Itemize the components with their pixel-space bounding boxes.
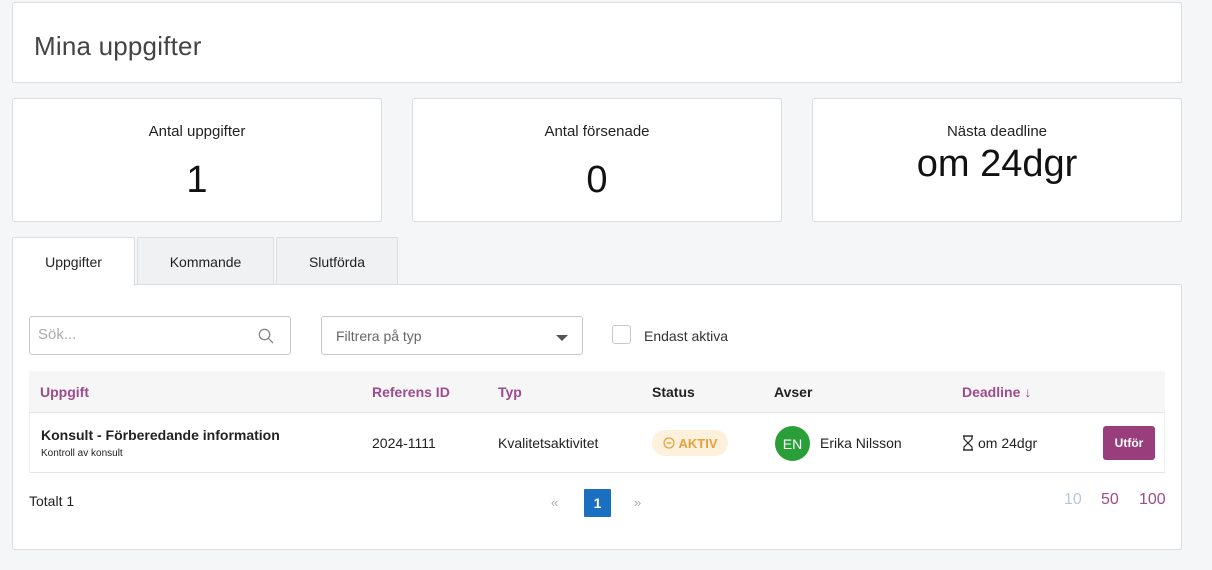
page-size-100[interactable]: 100	[1139, 491, 1166, 509]
person-name: Erika Nilsson	[820, 435, 902, 451]
table-header: Uppgift Referens ID Typ Status Avser Dea…	[29, 371, 1165, 413]
task-panel: Filtrera på typ Endast aktiva Uppgift Re…	[12, 284, 1182, 550]
hourglass-icon	[963, 435, 973, 451]
stat-value: 1	[186, 159, 208, 201]
column-header-typ[interactable]: Typ	[498, 384, 522, 400]
avatar: EN	[775, 426, 810, 461]
deadline-value: om 24dgr	[978, 435, 1038, 451]
task-type: Kvalitetsaktivitet	[498, 435, 599, 451]
page-header: Mina uppgifter	[12, 2, 1182, 83]
stat-label: Nästa deadline	[946, 123, 1048, 140]
only-active-label[interactable]: Endast aktiva	[644, 328, 728, 344]
pagination-next[interactable]: »	[634, 495, 641, 510]
stat-card-next-deadline: Nästa deadline om 24dgr	[812, 98, 1182, 222]
stat-label: Antal uppgifter	[148, 123, 246, 140]
type-filter-select[interactable]: Filtrera på typ	[321, 316, 583, 355]
tab-slutforda[interactable]: Slutförda	[276, 237, 398, 285]
stat-card-task-count: Antal uppgifter 1	[12, 98, 382, 222]
tab-uppgifter[interactable]: Uppgifter	[12, 237, 135, 286]
stat-card-overdue-count: Antal försenade 0	[412, 98, 782, 222]
search-icon[interactable]	[258, 328, 274, 344]
column-header-status: Status	[652, 384, 695, 400]
type-filter-placeholder: Filtrera på typ	[336, 328, 422, 344]
minus-circle-icon	[662, 437, 675, 449]
reference-id: 2024-1111	[372, 435, 436, 451]
task-subtitle: Kontroll av konsult	[41, 448, 123, 459]
search-input[interactable]	[38, 326, 248, 343]
pagination-prev[interactable]: «	[551, 495, 558, 510]
page-title: Mina uppgifter	[34, 31, 202, 61]
pagination-current-page[interactable]: 1	[584, 489, 611, 517]
task-name: Konsult - Förberedande information	[41, 427, 280, 443]
page-size-10[interactable]: 10	[1064, 491, 1082, 509]
tab-kommande[interactable]: Kommande	[137, 237, 274, 285]
column-header-uppgift[interactable]: Uppgift	[40, 384, 89, 400]
stat-value: om 24dgr	[916, 143, 1078, 185]
perform-button[interactable]: Utför	[1103, 426, 1155, 460]
table-row: Konsult - Förberedande information Kontr…	[29, 413, 1165, 473]
column-header-avser: Avser	[774, 384, 813, 400]
column-header-referens-id[interactable]: Referens ID	[372, 384, 450, 400]
only-active-checkbox[interactable]	[612, 325, 631, 344]
total-count: Totalt 1	[29, 493, 75, 509]
column-header-deadline-label: Deadline	[962, 384, 1021, 400]
stat-label: Antal försenade	[544, 123, 650, 140]
stat-value: 0	[586, 159, 608, 201]
column-header-deadline[interactable]: Deadline ↓	[962, 384, 1031, 400]
search-box	[29, 316, 291, 355]
status-text: AKTIV	[678, 435, 718, 451]
page-size-50[interactable]: 50	[1101, 491, 1119, 509]
status-badge: AKTIV	[652, 430, 728, 456]
arrow-down-icon: ↓	[1024, 384, 1032, 400]
caret-down-icon	[556, 335, 568, 341]
